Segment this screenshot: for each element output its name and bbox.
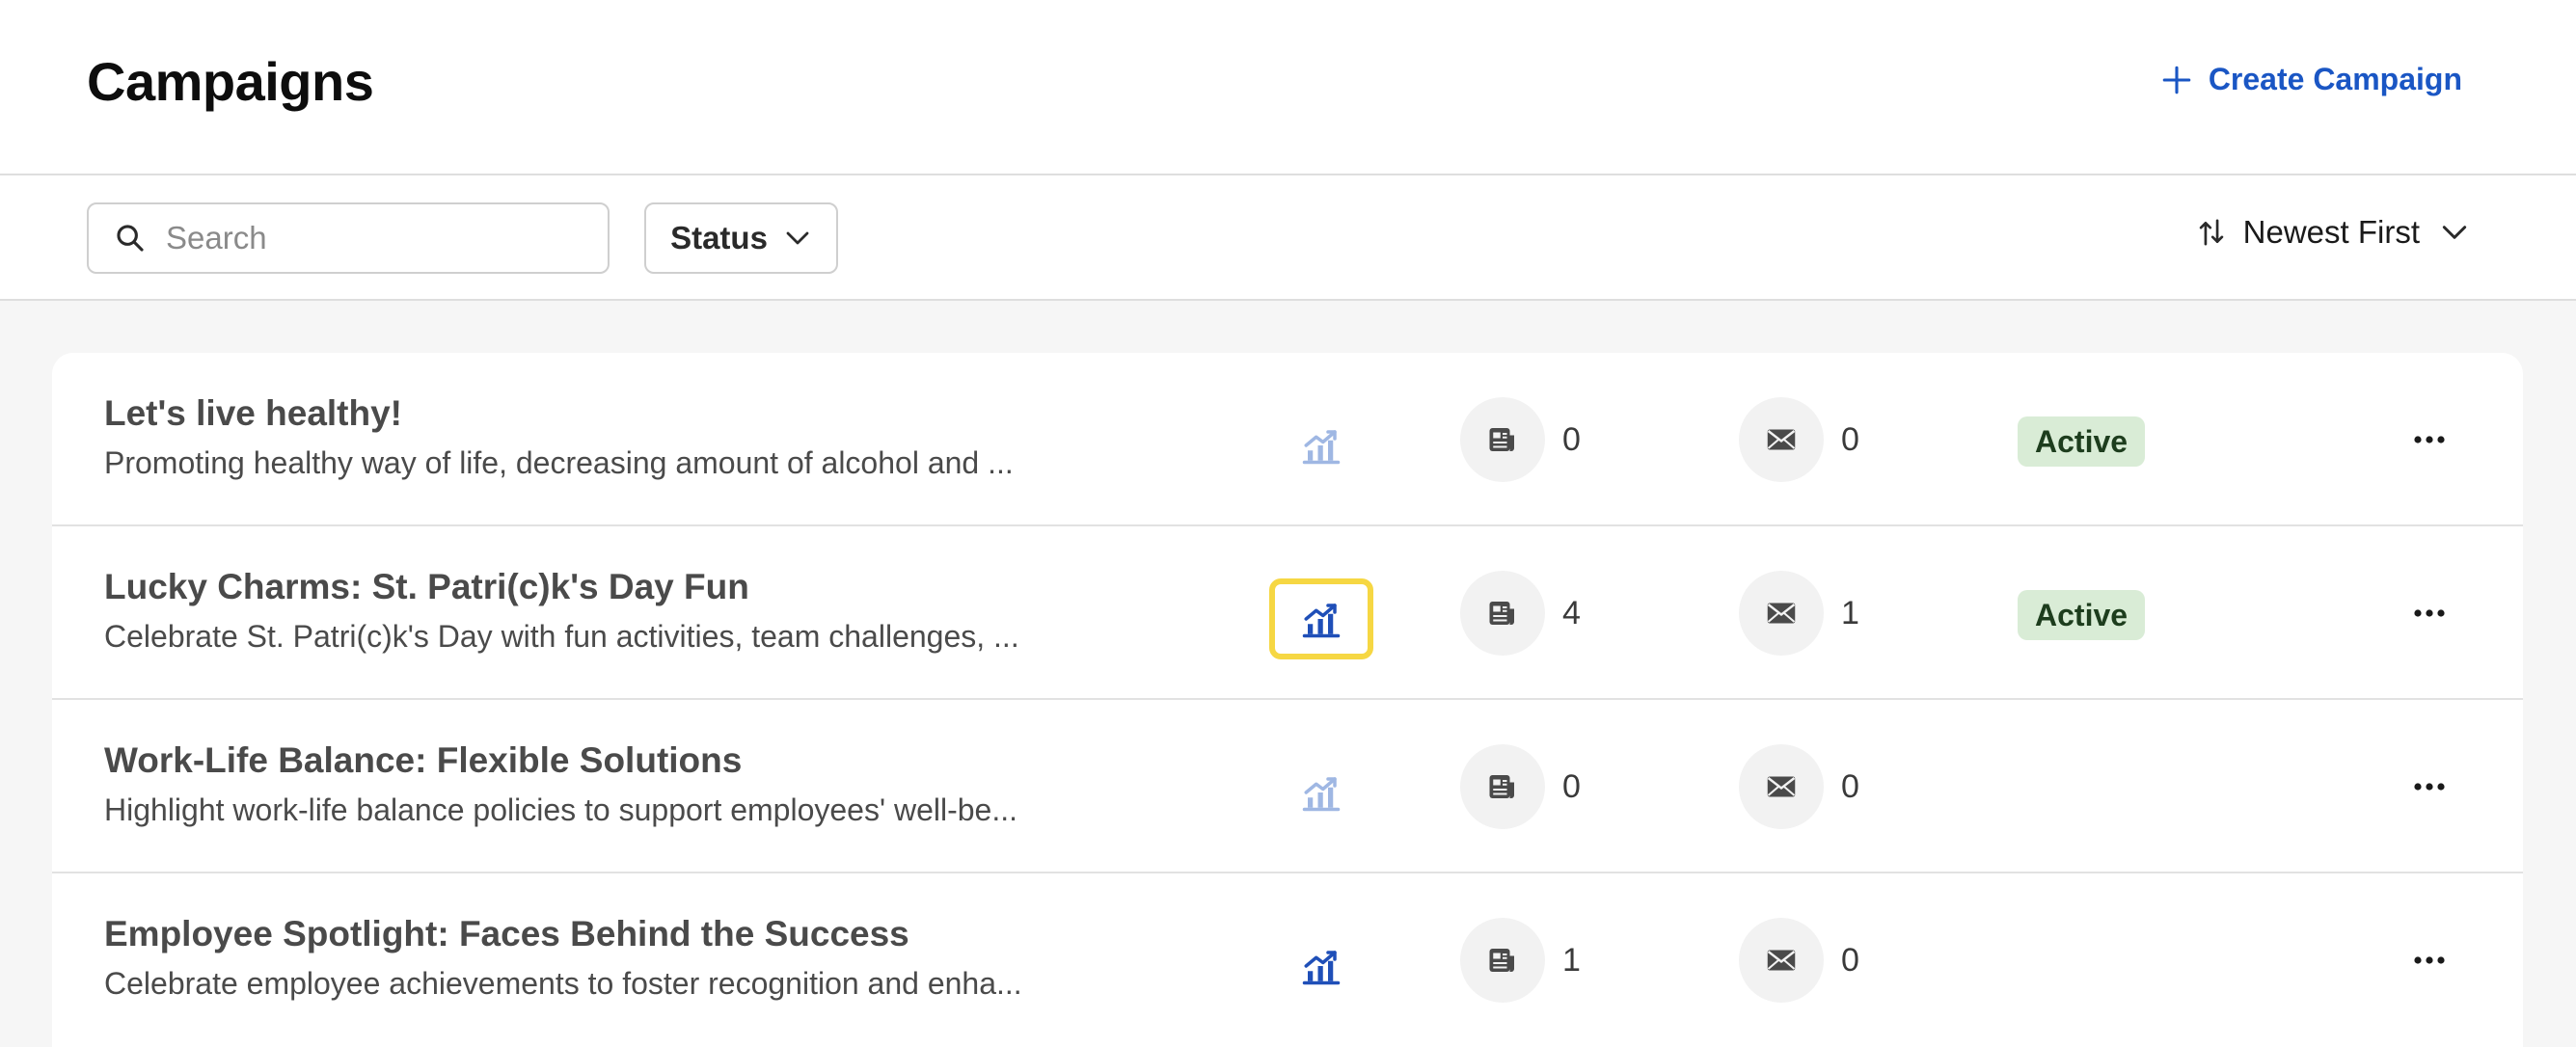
- newspaper-icon: [1489, 602, 1514, 625]
- posts-count-value: 1: [1562, 941, 1581, 979]
- emails-count-value: 0: [1841, 767, 1859, 805]
- posts-icon-wrapper: [1460, 918, 1545, 1003]
- posts-count: 1: [1460, 918, 1581, 1003]
- page-header: Campaigns Create Campaign: [0, 0, 2576, 175]
- chart-growth-icon: [1302, 604, 1341, 638]
- more-options-button[interactable]: [2398, 416, 2461, 463]
- ellipsis-icon: [2414, 609, 2445, 617]
- chart-growth-icon: [1302, 430, 1341, 465]
- campaign-description: Celebrate St. Patri(c)k's Day with fun a…: [104, 619, 1019, 654]
- emails-count: 0: [1739, 397, 1859, 482]
- campaign-title[interactable]: Employee Spotlight: Faces Behind the Suc…: [104, 914, 909, 954]
- status-filter-label: Status: [670, 220, 768, 255]
- posts-count: 0: [1460, 397, 1581, 482]
- posts-count-value: 4: [1562, 594, 1581, 631]
- more-options-button[interactable]: [2398, 590, 2461, 636]
- campaign-row[interactable]: Work-Life Balance: Flexible Solutions Hi…: [52, 700, 2523, 873]
- sort-label: Newest First: [2242, 214, 2420, 250]
- ellipsis-icon: [2414, 956, 2445, 964]
- campaign-row[interactable]: Lucky Charms: St. Patri(c)k's Day Fun Ce…: [52, 526, 2523, 700]
- ellipsis-icon: [2414, 783, 2445, 791]
- newspaper-icon: [1489, 428, 1514, 451]
- emails-icon-wrapper: [1739, 571, 1824, 656]
- chart-growth-icon: [1302, 777, 1341, 812]
- emails-icon-wrapper: [1739, 918, 1824, 1003]
- analytics-button[interactable]: [1269, 926, 1373, 1007]
- posts-icon-wrapper: [1460, 397, 1545, 482]
- posts-count-value: 0: [1562, 420, 1581, 458]
- posts-count: 0: [1460, 744, 1581, 829]
- more-options-button[interactable]: [2398, 937, 2461, 983]
- newspaper-icon: [1489, 949, 1514, 972]
- campaign-row[interactable]: Employee Spotlight: Faces Behind the Suc…: [52, 873, 2523, 1047]
- posts-icon-wrapper: [1460, 744, 1545, 829]
- newspaper-icon: [1489, 775, 1514, 798]
- plus-icon: [2162, 66, 2191, 94]
- analytics-button[interactable]: [1269, 578, 1373, 659]
- analytics-button[interactable]: [1269, 752, 1373, 833]
- emails-icon-wrapper: [1739, 744, 1824, 829]
- mail-icon: [1767, 776, 1796, 797]
- emails-count: 1: [1739, 571, 1859, 656]
- search-icon: [117, 225, 144, 252]
- campaign-description: Highlight work-life balance policies to …: [104, 792, 1018, 827]
- campaign-title[interactable]: Lucky Charms: St. Patri(c)k's Day Fun: [104, 567, 749, 607]
- sort-dropdown[interactable]: Newest First: [2197, 214, 2470, 251]
- filter-toolbar: Status Newest First: [0, 175, 2576, 301]
- posts-count-value: 0: [1562, 767, 1581, 805]
- search-box[interactable]: [87, 202, 610, 274]
- create-campaign-button[interactable]: Create Campaign: [2160, 62, 2462, 97]
- more-options-button[interactable]: [2398, 764, 2461, 810]
- campaign-row[interactable]: Let's live healthy! Promoting healthy wa…: [52, 353, 2523, 526]
- chart-growth-icon: [1302, 951, 1341, 985]
- mail-icon: [1767, 429, 1796, 450]
- emails-icon-wrapper: [1739, 397, 1824, 482]
- mail-icon: [1767, 950, 1796, 971]
- posts-icon-wrapper: [1460, 571, 1545, 656]
- campaign-title[interactable]: Let's live healthy!: [104, 393, 402, 434]
- chevron-down-icon: [786, 231, 809, 245]
- campaign-description: Promoting healthy way of life, decreasin…: [104, 445, 1014, 480]
- campaign-description: Celebrate employee achievements to foste…: [104, 966, 1022, 1001]
- emails-count: 0: [1739, 744, 1859, 829]
- search-input[interactable]: [166, 220, 571, 256]
- emails-count: 0: [1739, 918, 1859, 1003]
- campaign-title[interactable]: Work-Life Balance: Flexible Solutions: [104, 740, 742, 781]
- status-badge: Active: [2018, 590, 2146, 640]
- emails-count-value: 0: [1841, 941, 1859, 979]
- status-badge: Active: [2018, 416, 2146, 467]
- posts-count: 4: [1460, 571, 1581, 656]
- page-title: Campaigns: [87, 51, 374, 112]
- ellipsis-icon: [2414, 436, 2445, 443]
- emails-count-value: 1: [1841, 594, 1859, 631]
- emails-count-value: 0: [1841, 420, 1859, 458]
- create-campaign-label: Create Campaign: [2208, 62, 2462, 96]
- analytics-button[interactable]: [1269, 405, 1373, 486]
- sort-icon: [2199, 219, 2223, 246]
- status-filter-dropdown[interactable]: Status: [644, 202, 838, 274]
- chevron-down-icon: [2442, 226, 2467, 239]
- campaign-list: Let's live healthy! Promoting healthy wa…: [52, 353, 2523, 1047]
- mail-icon: [1767, 603, 1796, 624]
